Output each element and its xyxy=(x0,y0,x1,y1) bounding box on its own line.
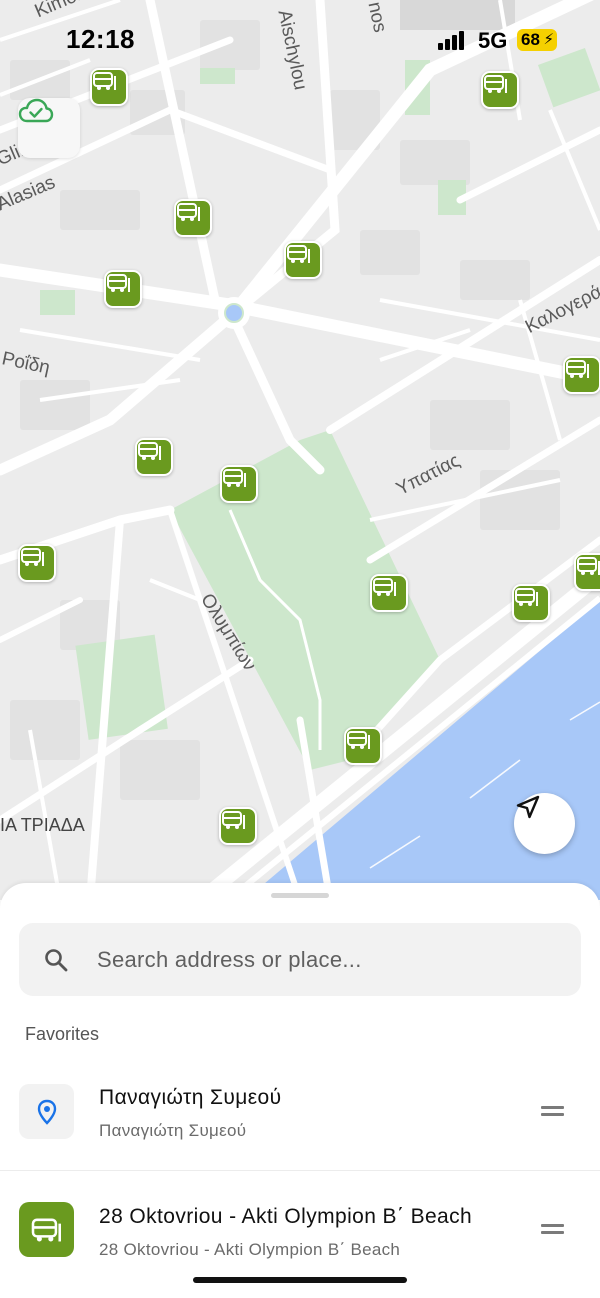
bus-stop-icon xyxy=(107,274,130,292)
search-icon xyxy=(45,949,68,972)
favorites-header: Favorites xyxy=(25,1024,100,1044)
map-label-area: ΙΑ ΤΡΙΑΔΑ xyxy=(0,815,85,835)
bus-stop-icon xyxy=(223,469,246,487)
reorder-handle-icon[interactable] xyxy=(541,1106,564,1116)
bus-stop-icon xyxy=(21,548,44,566)
status-bar: 12:18 5G 68 ⚡ xyxy=(0,0,600,80)
map-view[interactable]: Kimonos Aischylou nos Glin Alasias Καλογ… xyxy=(0,0,600,900)
bus-stop-marker[interactable] xyxy=(284,241,322,279)
cloud-check-icon xyxy=(18,98,54,123)
charging-bolt-icon: ⚡ xyxy=(543,31,554,48)
bus-stop-marker[interactable] xyxy=(135,438,173,476)
bus-stop-icon xyxy=(138,442,161,460)
bottom-sheet: Favorites Παναγιώτη Συμεού Παναγιώτη Συμ… xyxy=(0,883,600,1298)
bus-stop-icon xyxy=(177,203,200,221)
bus-stop-icon xyxy=(287,245,310,263)
bus-stop-marker[interactable] xyxy=(512,584,550,622)
my-location-button[interactable] xyxy=(514,793,575,854)
bus-stop-icon xyxy=(577,557,600,575)
bus-stop-marker[interactable] xyxy=(344,727,382,765)
bus-stop-icon xyxy=(566,360,589,378)
favorite-title: Παναγιώτη Συμεού xyxy=(99,1086,282,1109)
battery-level: 68 xyxy=(521,30,540,49)
navigation-arrow-icon xyxy=(516,795,540,819)
bus-stop-icon xyxy=(222,811,245,829)
favorite-subtitle: Παναγιώτη Συμεού xyxy=(99,1121,247,1140)
bus-stop-marker[interactable] xyxy=(574,553,600,591)
battery-indicator: 68 ⚡ xyxy=(517,29,557,51)
bus-stop-marker[interactable] xyxy=(18,544,56,582)
bus-stop-marker[interactable] xyxy=(174,199,212,237)
signal-strength-icon xyxy=(438,30,468,50)
reorder-handle-icon[interactable] xyxy=(541,1224,564,1234)
favorite-icon-box xyxy=(19,1202,74,1257)
location-pin-icon xyxy=(37,1099,56,1125)
favorite-icon-box xyxy=(19,1084,74,1139)
bus-stop-icon xyxy=(515,588,538,606)
sheet-grab-handle[interactable] xyxy=(271,893,329,898)
sync-status-button[interactable] xyxy=(18,98,80,158)
bus-stop-icon xyxy=(373,578,396,596)
bus-stop-marker[interactable] xyxy=(220,465,258,503)
map-background xyxy=(0,0,600,900)
status-time: 12:18 xyxy=(66,24,135,54)
favorite-subtitle: 28 Oktovriou - Akti Olympion B΄ Beach xyxy=(99,1240,401,1259)
home-indicator[interactable] xyxy=(193,1277,407,1283)
bus-stop-icon xyxy=(31,1218,61,1241)
bus-stop-marker[interactable] xyxy=(370,574,408,612)
bus-stop-marker[interactable] xyxy=(104,270,142,308)
favorite-item[interactable]: 28 Oktovriou - Akti Olympion B΄ Beach 28… xyxy=(0,1171,600,1289)
bus-stop-marker[interactable] xyxy=(563,356,600,394)
bus-stop-marker[interactable] xyxy=(219,807,257,845)
search-bar[interactable] xyxy=(19,923,581,996)
search-input[interactable] xyxy=(97,923,557,996)
bus-stop-icon xyxy=(347,731,370,749)
favorite-title: 28 Oktovriou - Akti Olympion B΄ Beach xyxy=(99,1205,473,1228)
favorite-item[interactable]: Παναγιώτη Συμεού Παναγιώτη Συμεού xyxy=(0,1053,600,1171)
network-type: 5G xyxy=(478,28,508,53)
